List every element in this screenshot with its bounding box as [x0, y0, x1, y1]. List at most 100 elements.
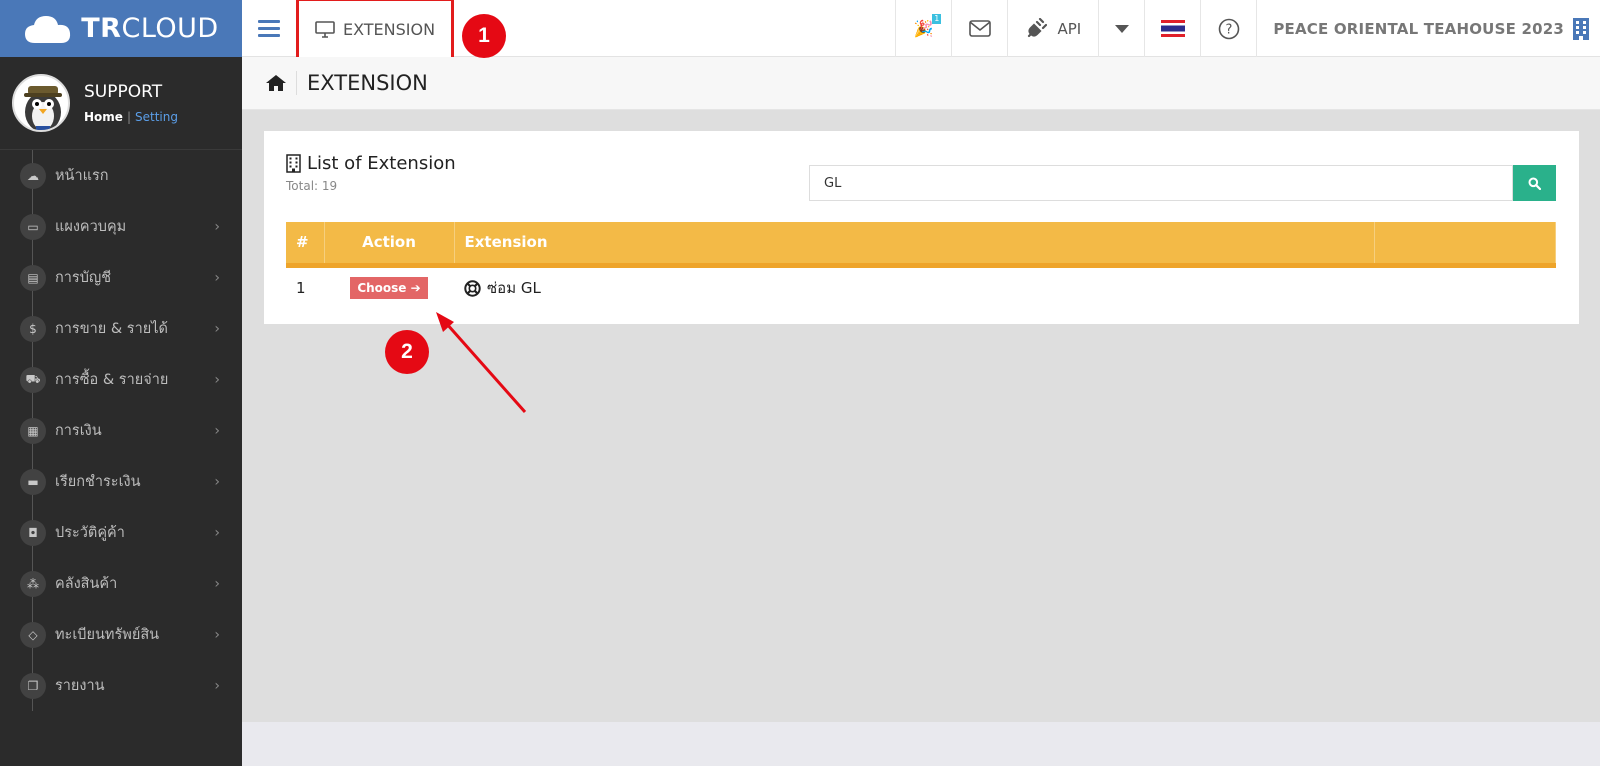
step-2-marker: 2 — [385, 330, 429, 374]
api-button[interactable]: API — [1007, 0, 1098, 57]
sidebar-item[interactable]: ▬ เรียกชำระเงิน › — [0, 456, 242, 507]
home-breadcrumb[interactable] — [256, 74, 296, 92]
sidebar-item[interactable]: ⛟ การซื้อ & รายจ่าย › — [0, 354, 242, 405]
plug-icon — [1028, 17, 1048, 37]
search-icon — [1528, 177, 1541, 190]
sidebar-item[interactable]: ◇ ทะเบียนทรัพย์สิน › — [0, 609, 242, 660]
building-icon — [1573, 17, 1589, 40]
header-action: Action — [324, 222, 455, 265]
search-button[interactable] — [1513, 165, 1556, 201]
language-selector[interactable] — [1144, 0, 1200, 57]
footer-area — [242, 722, 1600, 766]
sidebar-item[interactable]: ◘ ประวัติคู่ค้า › — [0, 507, 242, 558]
company-selector[interactable]: PEACE ORIENTAL TEAHOUSE 2023 — [1256, 0, 1600, 57]
user-name: SUPPORT — [84, 82, 163, 102]
search-input[interactable] — [809, 165, 1513, 201]
chevron-right-icon: › — [214, 524, 220, 541]
chevron-right-icon: › — [214, 575, 220, 592]
top-navbar: EXTENSION 🎉 1 API ? PEACE ORIENTAL TEAHO… — [242, 0, 1600, 60]
cart-icon: ⛟ — [20, 366, 46, 393]
total-count: Total: 19 — [286, 179, 338, 193]
sidebar-item[interactable]: ☁ หน้าแรก — [0, 150, 242, 201]
dropdown-toggle[interactable] — [1098, 0, 1144, 57]
row-index: 1 — [296, 279, 306, 298]
messages-button[interactable] — [951, 0, 1007, 57]
sidebar: TRCLOUD SUPPORT Home | Setting ☁ หน้าแรก ▭ แผ… — [0, 0, 242, 766]
page-title: EXTENSION — [296, 71, 428, 95]
cubes-icon: ⁂ — [20, 570, 46, 597]
svg-text:?: ? — [1225, 22, 1232, 37]
sidebar-item-label: แผงควบคุม — [55, 219, 127, 235]
home-link[interactable]: Home — [84, 110, 123, 124]
sidebar-item[interactable]: ▭ แผงควบคุม › — [0, 201, 242, 252]
building-outline-icon — [286, 154, 301, 173]
sidebar-item-label: หน้าแรก — [55, 168, 109, 184]
header-extension: Extension — [454, 222, 1375, 265]
sidebar-item[interactable]: ▦ การเงิน › — [0, 405, 242, 456]
home-icon — [266, 75, 286, 91]
thai-flag-icon — [1160, 20, 1185, 37]
contact-book-icon: ◘ — [20, 519, 46, 546]
sidebar-item-label: การบัญชี — [55, 270, 112, 286]
header-index: # — [286, 222, 325, 265]
sidebar-item-label: ประวัติคู่ค้า — [55, 525, 125, 541]
tab-extension[interactable]: EXTENSION — [296, 0, 454, 60]
book-icon: ▤ — [20, 264, 46, 291]
party-popper-icon: 🎉 — [913, 19, 934, 38]
credit-card-icon: ▬ — [20, 468, 46, 495]
sidebar-item-label: การขาย & รายได้ — [55, 321, 168, 337]
user-profile: SUPPORT Home | Setting — [0, 57, 242, 150]
brand-name: TRCLOUD — [81, 13, 219, 44]
avatar[interactable] — [12, 74, 70, 132]
hamburger-icon — [258, 16, 280, 41]
caret-down-icon — [1114, 24, 1129, 33]
sidebar-item-label: คลังสินค้า — [55, 576, 118, 592]
table-header-row: # Action Extension — [286, 222, 1556, 265]
choose-button[interactable]: Choose ➔ — [350, 277, 428, 300]
chevron-right-icon: › — [214, 218, 220, 235]
monitor-icon — [315, 20, 335, 38]
chevron-right-icon: › — [214, 473, 220, 490]
sidebar-item[interactable]: ▤ การบัญชี › — [0, 252, 242, 303]
help-button[interactable]: ? — [1200, 0, 1256, 57]
diamond-icon: ◇ — [20, 621, 46, 648]
dollar-icon: $ — [20, 315, 46, 342]
monitor-icon: ▭ — [20, 213, 46, 240]
extension-table: # Action Extension 1 Choose ➔ ซ่อม GL — [286, 222, 1556, 309]
tab-extension-label: EXTENSION — [342, 19, 436, 39]
chevron-right-icon: › — [214, 422, 220, 439]
life-ring-icon — [464, 280, 481, 297]
calendar-icon: ▦ — [20, 417, 46, 444]
chevron-right-icon: › — [214, 371, 220, 388]
header-extra — [1374, 222, 1556, 265]
sidebar-item-label: เรียกชำระเงิน — [55, 474, 141, 490]
chevron-right-icon: › — [214, 677, 220, 694]
menu-toggle-button[interactable] — [242, 0, 296, 57]
chevron-right-icon: › — [214, 269, 220, 286]
penguin-avatar-icon — [24, 86, 62, 130]
cloud-logo-icon — [25, 15, 71, 43]
company-name: PEACE ORIENTAL TEAHOUSE 2023 — [1273, 19, 1564, 38]
api-label: API — [1057, 19, 1082, 38]
chevron-right-icon: › — [214, 626, 220, 643]
sidebar-item[interactable]: ❐ รายงาน › — [0, 660, 242, 711]
link-separator: | — [126, 110, 131, 124]
cloud-icon: ☁ — [20, 162, 46, 189]
sidebar-item-label: การซื้อ & รายจ่าย — [55, 372, 169, 388]
brand-logo[interactable]: TRCLOUD — [0, 0, 242, 57]
panel-title-text: List of Extension — [307, 153, 456, 174]
page-header: EXTENSION — [242, 57, 1600, 110]
sidebar-menu: ☁ หน้าแรก ▭ แผงควบคุม › ▤ การบัญชี › $ การขาย & ร… — [0, 150, 242, 711]
table-row: 1 Choose ➔ ซ่อม GL — [286, 265, 1556, 309]
step-1-marker: 1 — [462, 14, 506, 58]
sidebar-item[interactable]: ⁂ คลังสินค้า › — [0, 558, 242, 609]
setting-link[interactable]: Setting — [135, 110, 178, 124]
envelope-icon — [969, 20, 991, 37]
notifications-button[interactable]: 🎉 1 — [895, 0, 951, 57]
extension-name: ซ่อม GL — [487, 279, 541, 298]
sidebar-item[interactable]: $ การขาย & รายได้ › — [0, 303, 242, 354]
notification-badge: 1 — [932, 14, 942, 24]
sidebar-item-label: รายงาน — [55, 678, 105, 694]
panel-title: List of Extension — [286, 153, 456, 174]
question-circle-icon: ? — [1218, 18, 1240, 39]
